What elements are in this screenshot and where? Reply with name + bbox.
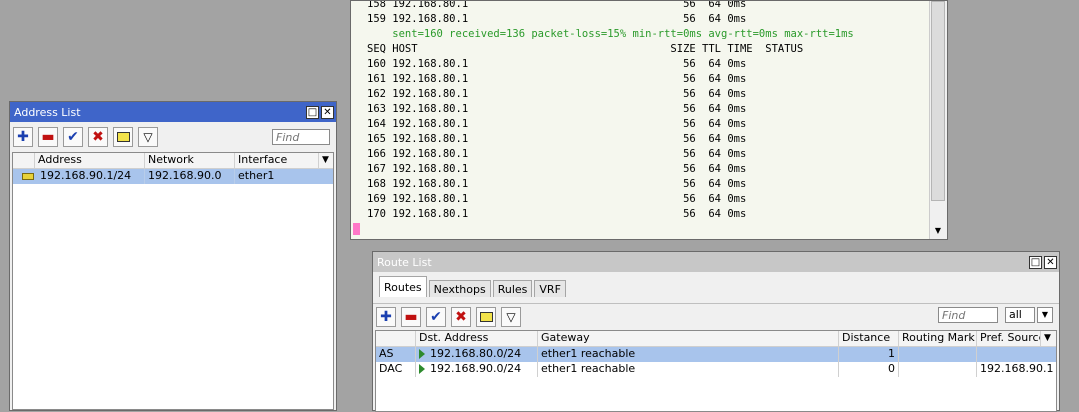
filter-icon[interactable]: ▽: [138, 127, 158, 147]
route-filter-select[interactable]: all: [1005, 307, 1035, 323]
tab-rules[interactable]: Rules: [492, 280, 533, 297]
column-header[interactable]: Address: [35, 153, 145, 168]
route-active-icon: [419, 349, 425, 359]
plus-icon[interactable]: ✚: [376, 307, 396, 327]
address-table: Address Network Interface ▼ 192.168.90.1…: [12, 152, 334, 410]
table-row[interactable]: AS 192.168.80.0/24 ether1 reachable 1: [376, 347, 1056, 362]
column-header[interactable]: Distance: [839, 331, 899, 346]
column-header[interactable]: Interface: [235, 153, 319, 168]
column-header[interactable]: Gateway: [538, 331, 839, 346]
column-menu-icon[interactable]: ▼: [319, 153, 333, 168]
terminal-line: 164 192.168.80.1 56 64 0ms: [367, 118, 747, 130]
check-icon[interactable]: ✔: [426, 307, 446, 327]
terminal-line: 170 192.168.80.1 56 64 0ms: [367, 208, 747, 220]
terminal-line: 161 192.168.80.1 56 64 0ms: [367, 73, 747, 85]
terminal-line: sent=160 received=136 packet-loss=15% mi…: [367, 28, 854, 40]
column-header[interactable]: Dst. Address: [416, 331, 538, 346]
check-icon[interactable]: ✔: [63, 127, 83, 147]
address-find-input[interactable]: [272, 129, 330, 145]
terminal-line: SEQ HOST SIZE TTL TIME STATUS: [367, 43, 804, 55]
route-active-icon: [419, 364, 425, 374]
column-header[interactable]: Network: [145, 153, 235, 168]
terminal-line: 160 192.168.80.1 56 64 0ms: [367, 58, 747, 70]
tab-nexthops[interactable]: Nexthops: [428, 280, 491, 297]
route-tabs: Routes Nexthops Rules VRF: [379, 276, 568, 297]
x-icon[interactable]: ✖: [88, 127, 108, 147]
terminal-line: 162 192.168.80.1 56 64 0ms: [367, 88, 747, 100]
x-icon[interactable]: ✖: [451, 307, 471, 327]
restore-icon[interactable]: □: [1029, 255, 1042, 269]
terminal-scroll-thumb[interactable]: [931, 1, 945, 201]
terminal-line: 169 192.168.80.1 56 64 0ms: [367, 193, 747, 205]
column-header[interactable]: Pref. Source: [977, 331, 1041, 346]
terminal-line: 166 192.168.80.1 56 64 0ms: [367, 148, 747, 160]
plus-icon[interactable]: ✚: [13, 127, 33, 147]
close-icon[interactable]: ✕: [1044, 255, 1057, 269]
terminal-scrollbar[interactable]: ▼: [929, 1, 947, 239]
terminal-output: 158 192.168.80.1 56 64 0ms 159 192.168.80…: [367, 0, 854, 222]
window-title: Route List: [377, 255, 432, 269]
column-menu-icon[interactable]: ▼: [1041, 331, 1056, 346]
terminal-window[interactable]: 158 192.168.80.1 56 64 0ms 159 192.168.80…: [350, 0, 948, 240]
close-icon[interactable]: ✕: [321, 105, 334, 119]
terminal-line: 168 192.168.80.1 56 64 0ms: [367, 178, 747, 190]
column-header[interactable]: [13, 153, 35, 168]
filter-dropdown-icon[interactable]: ▼: [1037, 307, 1053, 323]
terminal-line: 158 192.168.80.1 56 64 0ms: [367, 0, 747, 10]
terminal-line: 165 192.168.80.1 56 64 0ms: [367, 133, 747, 145]
tab-routes[interactable]: Routes: [379, 276, 427, 297]
route-list-titlebar[interactable]: Route List □ ✕: [373, 252, 1059, 272]
comment-icon[interactable]: [113, 127, 133, 147]
minus-icon[interactable]: ▬: [38, 127, 58, 147]
window-title: Address List: [14, 105, 81, 119]
comment-icon[interactable]: [476, 307, 496, 327]
minus-icon[interactable]: ▬: [401, 307, 421, 327]
address-list-titlebar[interactable]: Address List □ ✕: [10, 102, 336, 122]
column-header[interactable]: [376, 331, 416, 346]
terminal-cursor: [353, 223, 360, 235]
table-row[interactable]: 192.168.90.1/24 192.168.90.0 ether1: [13, 169, 333, 184]
table-header: Address Network Interface ▼: [13, 153, 333, 169]
table-header: Dst. Address Gateway Distance Routing Ma…: [376, 331, 1056, 347]
route-find-input[interactable]: [938, 307, 998, 323]
restore-icon[interactable]: □: [306, 105, 319, 119]
tab-vrf[interactable]: VRF: [534, 280, 566, 297]
terminal-line: 159 192.168.80.1 56 64 0ms: [367, 13, 747, 25]
address-list-window[interactable]: Address List □ ✕ ✚ ▬ ✔ ✖ ▽ Address Netwo…: [9, 101, 337, 411]
route-list-window[interactable]: Route List □ ✕ Routes Nexthops Rules VRF…: [372, 251, 1060, 412]
scroll-down-icon[interactable]: ▼: [931, 224, 945, 238]
table-row[interactable]: DAC 192.168.90.0/24 ether1 reachable 0 1…: [376, 362, 1056, 377]
terminal-line: 163 192.168.80.1 56 64 0ms: [367, 103, 747, 115]
terminal-line: 167 192.168.80.1 56 64 0ms: [367, 163, 747, 175]
route-table: Dst. Address Gateway Distance Routing Ma…: [375, 330, 1057, 412]
address-icon: [22, 172, 34, 180]
filter-icon[interactable]: ▽: [501, 307, 521, 327]
column-header[interactable]: Routing Mark: [899, 331, 977, 346]
